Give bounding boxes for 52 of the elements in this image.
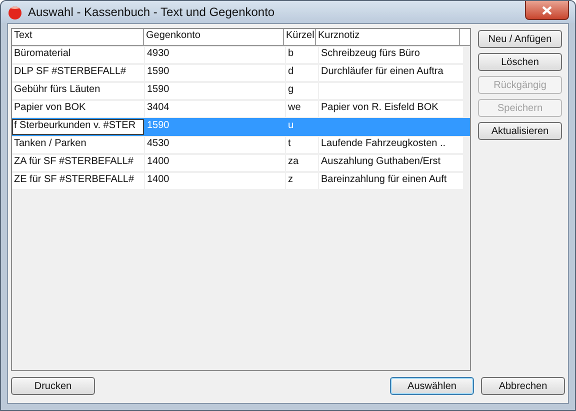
table-cell: b — [288, 48, 294, 59]
table-row[interactable]: Papier von BOK 3404 we Papier von R. Eisfeld BOK — [12, 100, 470, 118]
column-header[interactable]: Text — [12, 29, 144, 45]
table-cell: Tanken / Parken — [14, 138, 86, 149]
dialog-button[interactable]: Drucken — [11, 377, 95, 395]
table-cell: 1400 — [147, 174, 170, 185]
action-button[interactable]: Aktualisieren — [478, 122, 562, 140]
table-cell: d — [288, 66, 294, 77]
table-cell: Bareinzahlung für einen Auft — [321, 174, 447, 185]
table-cell: Gebühr fürs Läuten — [14, 84, 100, 95]
table-row[interactable]: f Sterbeurkunden v. #STER 1590 u — [12, 118, 470, 136]
close-button[interactable] — [525, 1, 569, 20]
table-cell: 4530 — [147, 138, 170, 149]
table-cell: za — [288, 156, 299, 167]
table-cell: 1590 — [147, 66, 170, 77]
table-cell: 1400 — [147, 156, 170, 167]
table-cell: Schreibzeug fürs Büro — [321, 48, 420, 59]
table-cell: Papier von BOK — [14, 102, 86, 113]
column-header[interactable]: Kürzel — [284, 29, 316, 45]
table-cell: z — [288, 174, 293, 185]
dialog-button[interactable]: Abbrechen — [481, 377, 565, 395]
table-row[interactable]: Gebühr fürs Läuten 1590 g — [12, 82, 470, 100]
table-cell: t — [288, 138, 291, 149]
table-cell: Laufende Fahrzeugkosten .. — [321, 138, 446, 149]
table-cell: Papier von R. Eisfeld BOK — [321, 102, 438, 113]
table-cell: Durchläufer für einen Auftra — [321, 66, 444, 77]
column-header[interactable]: Gegenkonto — [144, 29, 284, 45]
close-icon — [542, 6, 552, 14]
header-filler — [460, 29, 470, 45]
table-cell: ZA für SF #STERBEFALL# — [14, 156, 134, 167]
app-icon — [7, 4, 23, 20]
table-cell: DLP SF #STERBEFALL# — [14, 66, 126, 77]
action-button[interactable]: Neu / Anfügen — [478, 30, 562, 48]
dialog-button[interactable]: Auswählen — [390, 377, 474, 395]
table-row[interactable]: ZA für SF #STERBEFALL# 1400 za Auszahlung Guthaben/Erst — [12, 154, 470, 172]
table-cell: g — [288, 84, 294, 95]
table-cell: Büromaterial — [14, 48, 71, 59]
column-header[interactable]: Kurznotiz — [316, 29, 460, 45]
table-row[interactable]: Büromaterial 4930 b Schreibzeug fürs Büro — [12, 46, 470, 64]
table-row[interactable]: ZE für SF #STERBEFALL# 1400 z Bareinzahlung für einen Auft — [12, 172, 470, 190]
table-row[interactable]: Tanken / Parken 4530 t Laufende Fahrzeugkosten .. — [12, 136, 470, 154]
table-cell: u — [288, 120, 294, 131]
table-cell: Auszahlung Guthaben/Erst — [321, 156, 441, 167]
action-button[interactable]: Löschen — [478, 53, 562, 71]
table-cell: ZE für SF #STERBEFALL# — [14, 174, 134, 185]
table-row[interactable]: DLP SF #STERBEFALL# 1590 d Durchläufer für einen Auftra — [12, 64, 470, 82]
table-cell: we — [288, 102, 301, 113]
table-cell: 3404 — [147, 102, 170, 113]
table-cell: 4930 — [147, 48, 170, 59]
table-cell: 1590 — [147, 120, 170, 131]
window-title: Auswahl - Kassenbuch - Text und Gegenkonto — [28, 5, 275, 19]
table-cell: 1590 — [147, 84, 170, 95]
